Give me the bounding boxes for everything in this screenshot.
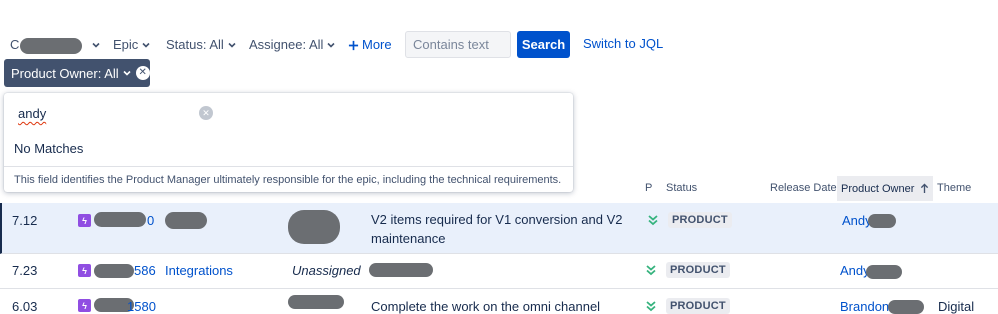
field-help-text: This field identifies the Product Manage…	[14, 174, 562, 186]
status-badge[interactable]: PRODUCT	[666, 262, 730, 278]
redacted-owner-surname	[866, 265, 902, 279]
epic-lightning-icon: ϟ	[78, 299, 91, 312]
column-header-release-date[interactable]: Release Date	[770, 182, 837, 194]
chevron-down-icon	[327, 42, 336, 48]
chevron-down-icon	[228, 42, 236, 48]
no-matches-text: No Matches	[14, 141, 84, 156]
epic-filter[interactable]: Epic	[113, 36, 151, 54]
redacted-issue-key	[94, 212, 146, 227]
table-row[interactable]: 6.03 ϟ 1580 Complete the work on the omn…	[0, 289, 998, 314]
chevron-down-icon	[92, 42, 100, 48]
column-header-theme[interactable]: Theme	[937, 182, 971, 194]
sort-up-arrow-icon	[921, 183, 929, 193]
epic-filter-label: Epic	[113, 37, 139, 52]
summary-line-1: Complete the work on the omni channel	[371, 299, 601, 314]
redacted-owner-surname	[868, 214, 896, 228]
product-owner-dropdown: andy ✕ No Matches This field identifies …	[4, 93, 573, 192]
assignee-cell: Unassigned	[292, 263, 361, 278]
theme-cell: Digital	[938, 299, 975, 314]
epic-lightning-icon: ϟ	[78, 264, 91, 277]
redacted-assignee	[288, 295, 344, 309]
rank-cell: 7.23	[12, 263, 38, 278]
chevron-down-icon	[142, 42, 150, 48]
divider	[4, 166, 573, 167]
redacted-summary	[369, 263, 433, 277]
component-link[interactable]: Integrations	[165, 263, 233, 278]
priority-lowest-icon	[648, 215, 658, 226]
priority-lowest-icon	[646, 265, 656, 276]
redacted-owner-surname	[888, 300, 924, 314]
redacted-assignee	[288, 210, 340, 244]
clear-icon[interactable]: ✕	[199, 106, 213, 120]
column-header-product-owner-label: Product Owner	[841, 182, 915, 195]
issue-key-link[interactable]: 1580	[127, 299, 156, 314]
search-button[interactable]: Search	[517, 31, 570, 58]
issue-key-link[interactable]: 586	[134, 263, 156, 278]
summary-line-2: maintenance	[371, 231, 446, 246]
priority-lowest-icon	[646, 301, 656, 312]
search-input[interactable]	[405, 31, 511, 58]
more-filters-label: More	[362, 37, 392, 52]
assignee-filter-label: Assignee: All	[249, 37, 324, 52]
redacted-issue-key	[94, 264, 134, 278]
column-header-priority[interactable]: P	[645, 182, 652, 194]
redacted-project-name	[20, 38, 82, 54]
clear-icon[interactable]: ✕	[135, 66, 150, 80]
table-row[interactable]: 7.12 ϟ 0 V2 items required for V1 conver…	[0, 203, 998, 254]
project-filter-label: C	[10, 37, 20, 52]
status-filter[interactable]: Status: All	[166, 36, 237, 54]
redacted-component	[165, 212, 207, 229]
product-owner-filter-label: Product Owner: All	[11, 65, 119, 81]
issue-key-link[interactable]: 0	[147, 213, 154, 228]
product-owner-link[interactable]: Brandon	[840, 299, 889, 314]
chevron-down-icon	[123, 70, 131, 76]
status-badge[interactable]: PRODUCT	[668, 212, 732, 228]
assignee-filter[interactable]: Assignee: All	[249, 36, 336, 54]
rank-cell: 7.12	[12, 213, 38, 228]
switch-to-jql-link[interactable]: Switch to JQL	[583, 36, 663, 51]
summary-line-1: V2 items required for V1 conversion and …	[371, 212, 623, 227]
more-filters-button[interactable]: More	[348, 36, 392, 54]
column-header-status[interactable]: Status	[666, 182, 697, 194]
plus-icon	[348, 40, 359, 50]
product-owner-filter[interactable]: Product Owner: All ✕	[4, 59, 150, 87]
product-owner-search-field[interactable]: andy	[18, 106, 46, 121]
epic-lightning-icon: ϟ	[78, 214, 91, 227]
rank-cell: 6.03	[12, 299, 38, 314]
table-row[interactable]: 7.23 ϟ 586 Integrations Unassigned PRODU…	[0, 254, 998, 289]
status-filter-label: Status: All	[166, 37, 224, 52]
column-header-product-owner[interactable]: Product Owner	[837, 176, 933, 201]
status-badge[interactable]: PRODUCT	[666, 298, 730, 314]
